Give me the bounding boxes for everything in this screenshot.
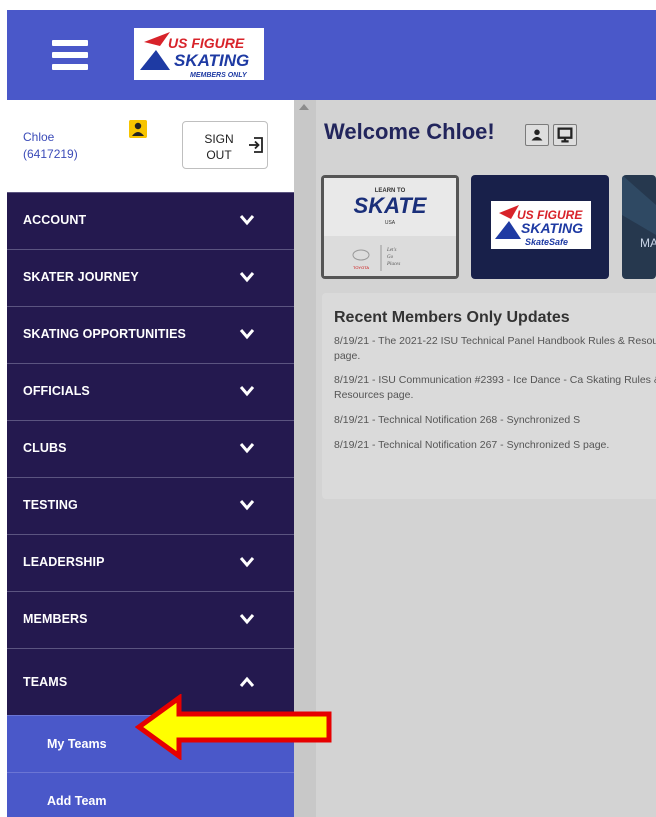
chevron-down-icon	[239, 329, 255, 340]
chevron-down-icon	[239, 614, 255, 625]
learn-to-skate-tile[interactable]: LEARN TO SKATE USA TOYOTA Let's Go Place…	[321, 175, 459, 279]
chevron-down-icon	[239, 443, 255, 454]
svg-text:US FIGURE: US FIGURE	[168, 35, 245, 51]
menu-item-officials[interactable]: OFFICIALS	[7, 363, 294, 420]
menu-item-leadership[interactable]: LEADERSHIP	[7, 534, 294, 591]
svg-text:SKATING: SKATING	[521, 220, 583, 236]
svg-text:USA: USA	[385, 220, 396, 226]
submenu-item-add-team[interactable]: Add Team	[7, 772, 294, 817]
submenu-label: Add Team	[47, 794, 107, 808]
app-window: US FIGURE SKATING MEMBERS ONLY Chloe (64…	[7, 10, 656, 817]
menu-item-clubs[interactable]: CLUBS	[7, 420, 294, 477]
svg-text:MA: MA	[640, 236, 656, 250]
chevron-down-icon	[239, 500, 255, 511]
user-profile-icon[interactable]	[129, 120, 147, 138]
pointer-arrow-annotation	[135, 694, 332, 760]
menu-item-account[interactable]: ACCOUNT	[7, 192, 294, 249]
update-item[interactable]: 8/19/21 - Technical Notification 267 - S…	[334, 438, 656, 453]
svg-text:SKATE: SKATE	[354, 193, 428, 218]
welcome-heading: Welcome Chloe!	[324, 119, 495, 144]
svg-text:MEMBERS ONLY: MEMBERS ONLY	[190, 72, 248, 79]
menu-label: OFFICIALS	[23, 384, 90, 398]
chevron-up-icon	[239, 676, 255, 687]
update-item[interactable]: 8/19/21 - Technical Notification 268 - S…	[334, 413, 656, 428]
menu-label: ACCOUNT	[23, 213, 87, 227]
chevron-down-icon	[239, 386, 255, 397]
submenu-label: My Teams	[47, 737, 107, 751]
user-name: Chloe (6417219)	[23, 129, 78, 163]
svg-text:Let's: Let's	[386, 248, 396, 253]
skatesafe-tile[interactable]: US FIGURE SKATING SkateSafe	[471, 175, 609, 279]
chevron-down-icon	[239, 215, 255, 226]
scroll-up-arrow-icon[interactable]	[299, 104, 309, 110]
top-header: US FIGURE SKATING MEMBERS ONLY	[7, 10, 656, 100]
menu-item-testing[interactable]: TESTING	[7, 477, 294, 534]
menu-label: TEAMS	[23, 675, 68, 689]
user-first-name: Chloe	[23, 130, 55, 144]
menu-item-skating-opportunities[interactable]: SKATING OPPORTUNITIES	[7, 306, 294, 363]
svg-text:Places: Places	[386, 262, 400, 267]
sign-out-icon	[249, 137, 263, 153]
menu-label: CLUBS	[23, 441, 67, 455]
hamburger-menu-icon[interactable]	[52, 40, 88, 70]
recent-updates-panel: Recent Members Only Updates 8/19/21 - Th…	[322, 293, 656, 499]
main-content: Welcome Chloe! LEARN TO SKATE USA TOYOTA…	[316, 100, 656, 817]
menu-item-members[interactable]: MEMBERS	[7, 591, 294, 648]
menu-label: SKATER JOURNEY	[23, 270, 139, 284]
menu-item-skater-journey[interactable]: SKATER JOURNEY	[7, 249, 294, 306]
updates-title: Recent Members Only Updates	[334, 309, 570, 326]
monitor-icon[interactable]	[553, 124, 577, 146]
svg-text:SkateSafe: SkateSafe	[525, 237, 568, 247]
menu-label: SKATING OPPORTUNITIES	[23, 327, 186, 341]
menu-label: MEMBERS	[23, 612, 88, 626]
chevron-down-icon	[239, 557, 255, 568]
sign-out-button[interactable]: SIGN OUT	[182, 121, 268, 169]
user-panel: Chloe (6417219) SIGN OUT	[7, 100, 294, 192]
user-member-id: (6417219)	[23, 147, 78, 161]
sign-out-label: SIGN OUT	[204, 132, 234, 162]
update-item[interactable]: 8/19/21 - The 2021-22 ISU Technical Pane…	[334, 334, 656, 364]
menu-label: TESTING	[23, 498, 78, 512]
svg-text:Go: Go	[387, 255, 394, 260]
menu-label: LEADERSHIP	[23, 555, 105, 569]
us-figure-skating-logo[interactable]: US FIGURE SKATING MEMBERS ONLY	[130, 22, 270, 86]
update-item[interactable]: 8/19/21 - ISU Communication #2393 - Ice …	[334, 373, 656, 403]
svg-text:TOYOTA: TOYOTA	[353, 265, 369, 270]
svg-text:SKATING: SKATING	[174, 51, 249, 70]
partial-tile[interactable]: MA	[622, 175, 656, 279]
user-icon[interactable]	[525, 124, 549, 146]
chevron-down-icon	[239, 272, 255, 283]
